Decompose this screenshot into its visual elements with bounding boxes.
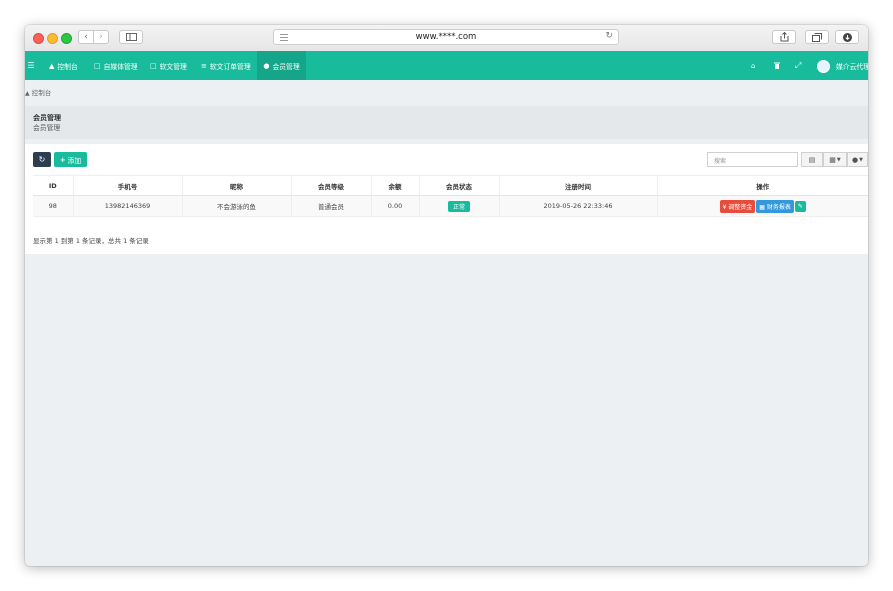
sidebar-icon (125, 33, 137, 41)
forward-button[interactable]: › (93, 30, 109, 44)
tabs-icon (812, 32, 822, 42)
add-button[interactable]: + 添加 (54, 152, 87, 167)
content-panel: ↻ + 添加 搜索 ▤ ▦ ▼ ● ▼ ID 手机号 昵称 会员等级 余额 会员… (25, 144, 868, 254)
list-icon: ▤ (808, 155, 816, 164)
menu-toggle-button[interactable]: ☰ (25, 51, 37, 80)
nav-item-label: 自媒体管理 (103, 62, 138, 71)
cell-actions: ¥ 调整资金 ▦ 财务报表 ✎ (656, 195, 868, 217)
download-icon (842, 32, 852, 42)
chevron-left-icon: ‹ (84, 32, 88, 42)
toggle-view-button[interactable]: ▤ (801, 152, 823, 167)
nav-item-media[interactable]: □ 自媒体管理 (89, 51, 143, 80)
search-placeholder: 搜索 (714, 158, 727, 165)
browser-window: ‹ › www.****.com ↻ ☰ ▲ 控制台 □ 自媒体管理 □ 软文管… (25, 25, 868, 566)
file-icon: □ (94, 61, 101, 70)
dashboard-icon: ▲ (25, 90, 30, 97)
share-icon (780, 32, 788, 42)
table-row[interactable]: 98 13982146369 不会游泳的鱼 普通会员 0.00 正常 2019-… (33, 195, 868, 217)
clear-cache-button[interactable] (774, 51, 780, 80)
trash-icon (774, 62, 780, 69)
nav-item-label: 软文订单管理 (209, 62, 251, 71)
cell-balance: 0.00 (370, 195, 419, 217)
top-navbar: ☰ ▲ 控制台 □ 自媒体管理 □ 软文管理 ≡ 软文订单管理 ● 会员管理 ⌂ (25, 51, 868, 80)
reload-icon[interactable]: ↻ (605, 31, 613, 41)
username: 媒介云代理 (836, 62, 868, 71)
refresh-icon: ↻ (38, 155, 46, 164)
nav-item-dashboard[interactable]: ▲ 控制台 (44, 51, 83, 80)
nav-item-members[interactable]: ● 会员管理 (257, 51, 306, 80)
user-icon: ● (263, 61, 270, 70)
column-header[interactable]: 注册时间 (498, 175, 657, 196)
nav-item-label: 控制台 (57, 62, 78, 71)
search-input[interactable]: 搜索 (707, 152, 798, 167)
finance-report-label: 财务报表 (766, 203, 791, 211)
nav-item-label: 会员管理 (272, 62, 300, 71)
breadcrumb: ▲ 控制台 (25, 87, 51, 97)
add-button-label: 添加 (67, 156, 82, 165)
share-button[interactable] (772, 30, 796, 44)
refresh-button[interactable]: ↻ (33, 152, 51, 167)
column-header[interactable]: 余额 (370, 175, 419, 196)
column-header[interactable]: 会员状态 (418, 175, 499, 196)
address-bar[interactable]: www.****.com ↻ (273, 29, 619, 45)
list-icon: ≡ (201, 61, 207, 70)
adjust-funds-button[interactable]: ¥ 调整资金 (719, 199, 756, 213)
menu-icon: ☰ (27, 61, 35, 70)
cell-registered: 2019-05-26 22:33:46 (498, 195, 657, 217)
caret-down-icon: ▼ (836, 156, 841, 163)
bar-chart-icon: ▦ (759, 203, 767, 211)
column-header[interactable]: 会员等级 (290, 175, 371, 196)
back-button[interactable]: ‹ (78, 30, 94, 44)
plus-icon: + (59, 155, 66, 164)
url-text: www.****.com (415, 32, 477, 42)
user-icon: ● (852, 155, 859, 164)
close-window-button[interactable] (33, 33, 44, 44)
breadcrumb-item[interactable]: 控制台 (32, 89, 52, 97)
downloads-button[interactable] (835, 30, 859, 44)
avatar[interactable] (817, 60, 830, 73)
cell-status: 正常 (418, 195, 499, 217)
page-header: 会员管理 会员管理 (25, 106, 868, 139)
columns-dropdown-button[interactable]: ▦ ▼ (823, 152, 847, 167)
caret-down-icon: ▼ (859, 156, 863, 163)
edit-button[interactable]: ✎ (794, 200, 806, 212)
home-button[interactable]: ⌂ (751, 51, 755, 80)
pagination-info: 显示第 1 到第 1 条记录，总共 1 条记录 (33, 237, 149, 245)
file-icon: □ (150, 61, 157, 70)
nav-item-label: 软文管理 (159, 62, 187, 71)
cell-nickname: 不会游泳的鱼 (181, 195, 291, 217)
home-icon: ⌂ (751, 61, 756, 70)
cell-level: 普通会员 (290, 195, 371, 217)
table-header-row: ID 手机号 昵称 会员等级 余额 会员状态 注册时间 操作 (33, 175, 868, 196)
maximize-window-button[interactable] (61, 33, 72, 44)
browser-toolbar: ‹ › www.****.com ↻ (25, 25, 868, 52)
minimize-window-button[interactable] (47, 33, 58, 44)
column-header[interactable]: ID (33, 175, 73, 196)
column-header: 操作 (656, 175, 868, 196)
nav-item-articles[interactable]: □ 软文管理 (145, 51, 192, 80)
nav-item-orders[interactable]: ≡ 软文订单管理 (195, 51, 257, 80)
fullscreen-button[interactable]: ⤢ (795, 51, 801, 80)
members-table: ID 手机号 昵称 会员等级 余额 会员状态 注册时间 操作 98 139821… (33, 175, 868, 217)
status-badge: 正常 (447, 200, 470, 212)
pencil-icon: ✎ (797, 202, 803, 210)
cell-id: 98 (33, 195, 73, 217)
finance-report-button[interactable]: ▦ 财务报表 (756, 199, 794, 213)
column-header[interactable]: 昵称 (181, 175, 291, 196)
grid-icon: ▦ (829, 155, 836, 164)
export-dropdown-button[interactable]: ● ▼ (847, 152, 868, 167)
cell-phone: 13982146369 (72, 195, 182, 217)
sidebar-toggle-button[interactable] (119, 30, 143, 44)
fullscreen-icon: ⤢ (795, 60, 802, 70)
user-menu[interactable]: 媒介云代理 (836, 51, 868, 80)
chevron-right-icon: › (99, 32, 103, 42)
tabs-button[interactable] (805, 30, 829, 44)
page-subtitle: 会员管理 (33, 124, 61, 132)
column-header[interactable]: 手机号 (72, 175, 182, 196)
dashboard-icon: ▲ (49, 61, 55, 70)
